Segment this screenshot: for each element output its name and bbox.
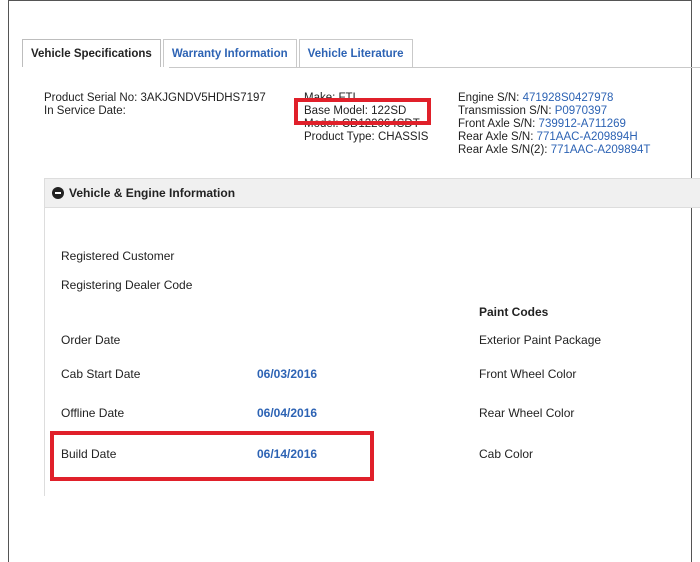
- in-service-date-label: In Service Date:: [44, 105, 126, 117]
- exterior-paint-label: Exterior Paint Package: [479, 333, 602, 347]
- panel-title: Vehicle & Engine Information: [69, 186, 236, 200]
- tab-warranty-information[interactable]: Warranty Information: [162, 39, 297, 67]
- tab-vehicle-specifications[interactable]: Vehicle Specifications: [22, 39, 161, 67]
- registered-customer-label: Registered Customer: [61, 249, 175, 263]
- vehicle-engine-panel-header[interactable]: Vehicle & Engine Information: [45, 179, 700, 208]
- front-axle-sn-label: Front Axle S/N:: [458, 118, 536, 130]
- front-axle-sn-link[interactable]: 739912-A711269: [539, 118, 626, 130]
- tab-bar: Vehicle Specifications Warranty Informat…: [22, 39, 415, 67]
- product-serial-label: Product Serial No:: [44, 92, 138, 104]
- collapse-minus-icon[interactable]: [52, 187, 64, 199]
- component-serials-column: Engine S/N: 471928S0427978 Transmission …: [458, 92, 650, 157]
- build-date-highlight-box: [50, 431, 374, 481]
- tab-vehicle-literature[interactable]: Vehicle Literature: [298, 39, 413, 67]
- engine-sn-label: Engine S/N:: [458, 92, 520, 104]
- rear-axle-sn-link[interactable]: 771AAC-A209894H: [537, 131, 638, 143]
- rear-axle-sn-label: Rear Axle S/N:: [458, 131, 534, 143]
- product-type-label: Product Type:: [304, 131, 375, 143]
- cab-start-date-value: 06/03/2016: [257, 367, 318, 381]
- order-date-label: Order Date: [61, 333, 121, 347]
- cab-start-date-label: Cab Start Date: [61, 367, 141, 381]
- product-serial-value: 3AKJGNDV5HDHS7197: [140, 92, 266, 104]
- serial-info-column: Product Serial No: 3AKJGNDV5HDHS7197 In …: [44, 92, 266, 118]
- cab-color-label: Cab Color: [479, 447, 534, 461]
- base-model-highlight-box: [294, 98, 431, 125]
- product-type-value: CHASSIS: [377, 131, 429, 143]
- registering-dealer-label: Registering Dealer Code: [61, 278, 193, 292]
- rear-axle2-sn-label: Rear Axle S/N(2):: [458, 144, 548, 156]
- transmission-sn-label: Transmission S/N:: [458, 105, 552, 117]
- offline-date-label: Offline Date: [61, 406, 125, 420]
- rear-axle2-sn-link[interactable]: 771AAC-A209894T: [551, 144, 651, 156]
- paint-codes-heading: Paint Codes: [479, 305, 549, 319]
- offline-date-value: 06/04/2016: [257, 406, 318, 420]
- rear-wheel-color-label: Rear Wheel Color: [479, 406, 575, 420]
- engine-sn-link[interactable]: 471928S0427978: [523, 92, 614, 104]
- front-wheel-color-label: Front Wheel Color: [479, 367, 577, 381]
- transmission-sn-link[interactable]: P0970397: [555, 105, 607, 117]
